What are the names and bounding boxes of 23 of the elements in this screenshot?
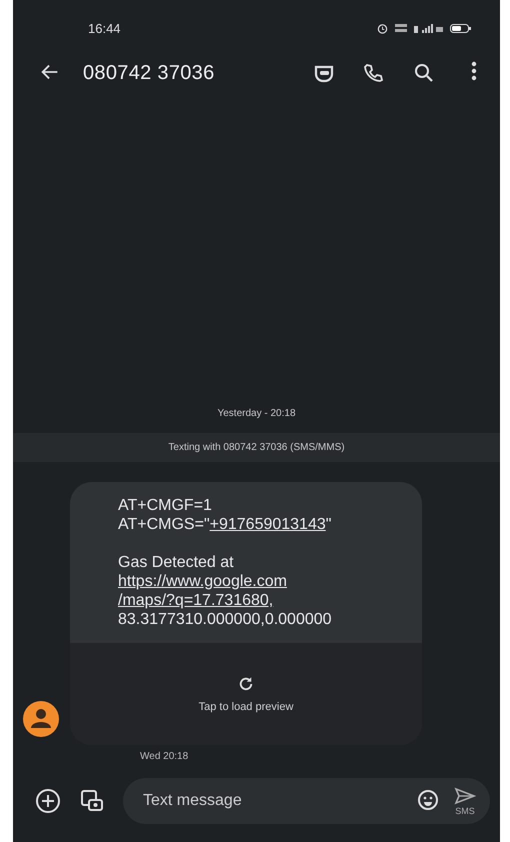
alarm-icon [377, 22, 388, 34]
gallery-button[interactable] [79, 788, 105, 814]
date-divider: Yesterday - 20:18 [217, 408, 296, 419]
message-link[interactable]: https://www.google.com [118, 573, 287, 590]
message-line: 83.3177310.000000,0.000000 [118, 610, 332, 629]
texting-banner: Texting with 080742 37036 (SMS/MMS) [13, 433, 500, 462]
message-line: Gas Detected at [118, 553, 234, 572]
battery-icon [450, 22, 472, 34]
message-link[interactable]: /maps/?q=17.731680, [118, 592, 274, 609]
message-time: Wed 20:18 [140, 751, 188, 762]
phone-call-button[interactable] [362, 61, 386, 85]
preview-label: Tap to load preview [198, 701, 294, 713]
message-link[interactable]: +917659013143 [210, 516, 326, 533]
add-button[interactable] [35, 788, 61, 814]
avatar-icon [23, 701, 59, 737]
message-line: AT+CMGF=1 [118, 496, 212, 515]
status-time: 16:44 [88, 20, 121, 36]
reload-icon [237, 675, 255, 693]
link-preview[interactable]: Tap to load preview [70, 643, 422, 745]
contact-title: 080742 37036 [83, 62, 216, 84]
message-field[interactable]: Text message SMS [123, 778, 490, 824]
message-line: AT+CMGS="+917659013143" [118, 515, 332, 534]
signal-icon [414, 22, 444, 34]
